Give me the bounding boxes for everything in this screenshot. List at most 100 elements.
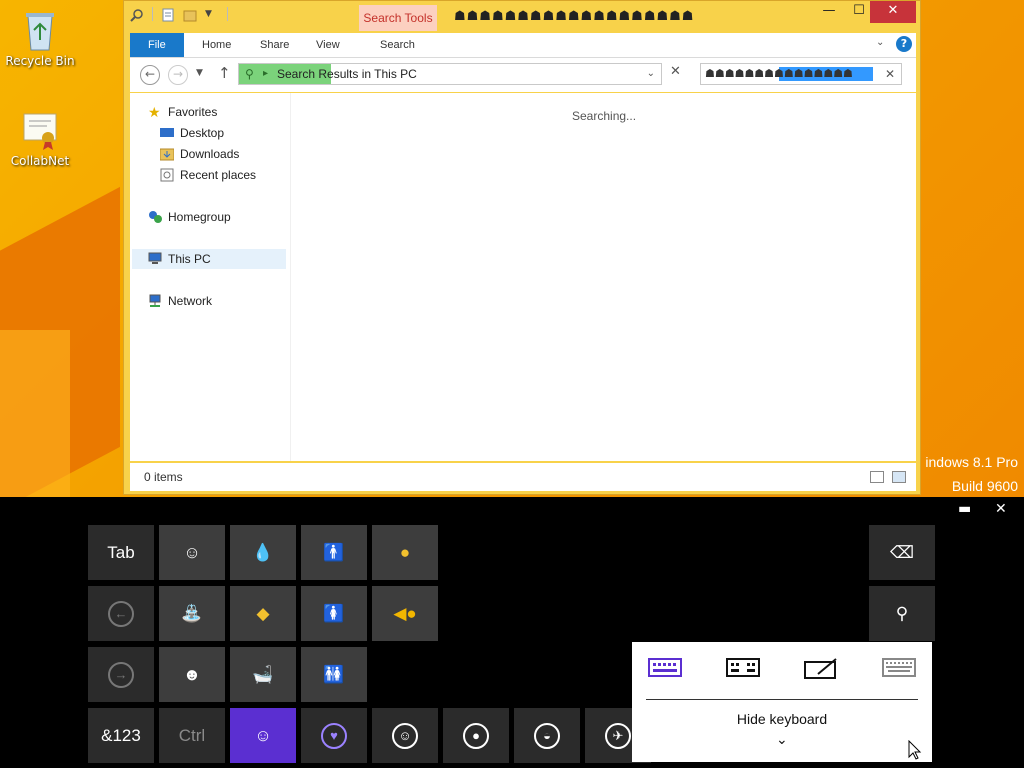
droplet-icon: 💧: [252, 542, 274, 562]
nav-desktop[interactable]: Desktop: [160, 123, 224, 143]
emoji-baby-key[interactable]: ☺: [159, 525, 225, 580]
keyboard-close-button[interactable]: ✕: [995, 501, 1007, 517]
details-view-icon[interactable]: [870, 471, 884, 483]
search-key[interactable]: ⚲: [869, 586, 935, 641]
quick-access-toolbar: ▼: [130, 7, 228, 22]
emoji-restroom-pair-key[interactable]: 🚻: [301, 647, 367, 702]
separator: [227, 7, 228, 21]
collabnet-shortcut[interactable]: CollabNet: [0, 108, 80, 168]
forward-button[interactable]: →: [168, 65, 188, 85]
up-button[interactable]: ↑: [218, 64, 231, 82]
search-icon: ⚲: [895, 603, 909, 623]
tropical-fish-icon: ◆: [256, 603, 270, 623]
desktop-icon: [160, 126, 174, 140]
nav-favorites[interactable]: ★ Favorites: [148, 102, 217, 122]
full-keyboard-option[interactable]: [882, 658, 922, 682]
emoji-face-category-key[interactable]: ☺: [372, 708, 438, 763]
searching-status: Searching...: [572, 109, 637, 123]
recycle-bin-shortcut[interactable]: Recycle Bin: [0, 8, 80, 68]
nav-this-pc[interactable]: This PC: [132, 249, 286, 269]
balloon-icon: ●: [463, 722, 489, 749]
nav-favorites-label: Favorites: [168, 105, 218, 119]
window-title: ☗☗☗☗☗☗☗☗☗☗☗☗☗☗☗☗☗☗☗: [454, 9, 695, 24]
new-folder-icon[interactable]: [183, 7, 197, 22]
recent-locations-icon[interactable]: ▼: [196, 68, 203, 78]
clear-search-icon[interactable]: ✕: [885, 64, 895, 84]
emoji-restroom-key[interactable]: 🚹: [301, 525, 367, 580]
nav-homegroup[interactable]: Homegroup: [148, 207, 231, 227]
title-bar[interactable]: ▼ Search Tools ☗☗☗☗☗☗☗☗☗☗☗☗☗☗☗☗☗☗☗ — ☐ ✕: [124, 1, 920, 31]
emoji-angel-key[interactable]: ☻: [159, 647, 225, 702]
emoji-bath-key[interactable]: 🛁: [230, 647, 296, 702]
properties-icon[interactable]: [161, 7, 175, 22]
status-bar: 0 items: [130, 463, 916, 491]
split-keyboard-option[interactable]: [726, 658, 766, 682]
nav-downloads[interactable]: Downloads: [159, 144, 240, 164]
emoji-womens-room-key[interactable]: 🚺: [301, 586, 367, 641]
arrow-right-key[interactable]: →: [88, 647, 154, 702]
arrow-left-key[interactable]: ←: [88, 586, 154, 641]
address-dropdown-icon[interactable]: ⌄: [647, 64, 655, 84]
tab-home[interactable]: Home: [188, 33, 245, 57]
collabnet-label: CollabNet: [10, 154, 70, 168]
separator: [152, 7, 153, 21]
stop-search-button[interactable]: ✕: [670, 64, 681, 79]
arrow-right-icon: →: [108, 661, 134, 688]
address-text: Search Results in This PC: [277, 67, 417, 81]
chevron-down-icon: ⌄: [776, 732, 788, 748]
nav-recent-places[interactable]: Recent places: [160, 165, 256, 185]
numbers-symbols-key[interactable]: &123: [88, 708, 154, 763]
backspace-key[interactable]: ⌫: [869, 525, 935, 580]
touch-keyboard: ▬ ✕ Tab ☺ 💧 🚹 ● ⌫ ← ⛲ ◆ 🚺 ◀● ⚲ → ☻ 🛁 🚻 &…: [0, 497, 1024, 768]
search-box[interactable]: ☗☗☗☗☗☗☗☗☗☗☗☗☗☗☗ ✕: [700, 63, 902, 85]
emoji-tropical-fish-key[interactable]: ◆: [230, 586, 296, 641]
tab-key[interactable]: Tab: [88, 525, 154, 580]
emoji-heart-category-key[interactable]: ♥: [301, 708, 367, 763]
tab-view[interactable]: View: [302, 33, 354, 57]
keyboard-icon: [648, 658, 682, 677]
fish-icon: ◀●: [393, 603, 417, 623]
arrow-left-icon: ←: [108, 600, 134, 627]
ribbon-tabs: File Home Share View Search ⌄ ?: [130, 33, 916, 58]
minimize-button[interactable]: —: [814, 1, 844, 23]
emoji-balloon-category-key[interactable]: ●: [443, 708, 509, 763]
wallpaper-shape: [0, 330, 70, 497]
recycle-bin-icon: [20, 8, 60, 52]
nav-this-pc-label: This PC: [168, 252, 211, 266]
item-count: 0 items: [144, 470, 183, 484]
back-button[interactable]: ←: [140, 65, 160, 85]
emoji-smiley-category-key[interactable]: ☺: [230, 708, 296, 763]
ctrl-key[interactable]: Ctrl: [159, 708, 225, 763]
network-icon: [148, 294, 162, 308]
nav-network[interactable]: Network: [148, 291, 212, 311]
address-input[interactable]: ⚲ ▸ Search Results in This PC ⌄: [238, 63, 662, 85]
fountain-icon: ⛲: [181, 603, 203, 623]
close-button[interactable]: ✕: [870, 1, 916, 23]
certificate-icon: [20, 108, 60, 152]
emoji-droplet-key[interactable]: 💧: [230, 525, 296, 580]
backspace-icon: ⌫: [889, 542, 915, 562]
recent-places-icon: [160, 168, 174, 182]
tab-file[interactable]: File: [130, 33, 184, 57]
search-query-text: ☗☗☗☗☗☗☗☗☗☗☗☗☗☗☗: [705, 67, 853, 80]
standard-keyboard-option[interactable]: [648, 658, 688, 682]
emoji-food-category-key[interactable]: ◒: [514, 708, 580, 763]
angel-icon: ☻: [183, 664, 201, 684]
emoji-blowfish-key[interactable]: ●: [372, 525, 438, 580]
keyboard-dock-icon[interactable]: ▬: [958, 501, 971, 517]
hide-keyboard-button[interactable]: Hide keyboard: [632, 711, 932, 727]
large-icons-view-icon[interactable]: [892, 471, 906, 483]
help-icon[interactable]: ?: [896, 36, 912, 52]
tab-search[interactable]: Search: [366, 33, 429, 57]
womens-room-icon: 🚺: [323, 603, 345, 623]
search-icon[interactable]: [130, 7, 144, 22]
handwriting-option[interactable]: [804, 658, 844, 682]
star-icon: ★: [148, 104, 161, 120]
nav-downloads-label: Downloads: [180, 147, 240, 161]
emoji-fountain-key[interactable]: ⛲: [159, 586, 225, 641]
ribbon-expand-icon[interactable]: ⌄: [876, 37, 884, 48]
chevron-down-icon[interactable]: ▼: [205, 7, 219, 21]
tab-share[interactable]: Share: [246, 33, 303, 57]
nav-homegroup-label: Homegroup: [168, 210, 231, 224]
emoji-fish-key[interactable]: ◀●: [372, 586, 438, 641]
